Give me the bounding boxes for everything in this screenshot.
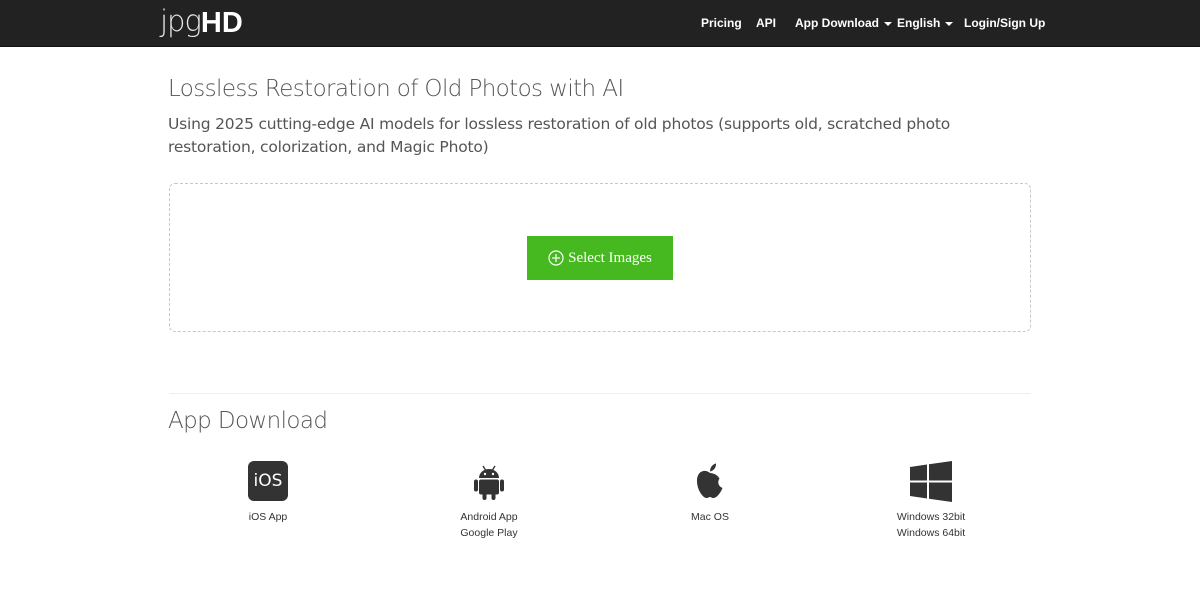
image-drop-zone[interactable]: Select Images bbox=[169, 183, 1031, 332]
section-divider bbox=[169, 393, 1031, 394]
nav-language-label: English bbox=[897, 16, 941, 30]
logo-bold-text: HD bbox=[200, 7, 243, 39]
app-windows[interactable]: Windows 32bit Windows 64bit bbox=[871, 460, 991, 541]
app-ios-label: iOS App bbox=[248, 511, 288, 523]
nav-api[interactable]: API bbox=[756, 0, 776, 47]
ios-icon: iOS bbox=[248, 461, 288, 501]
nav-app-download[interactable]: App Download bbox=[795, 0, 892, 47]
top-navbar: jpgHD Pricing API App Download English L… bbox=[0, 0, 1200, 47]
app-ios[interactable]: iOS iOS App bbox=[208, 460, 328, 525]
app-macos-label: Mac OS bbox=[691, 511, 729, 523]
jpghd-logo[interactable]: jpgHD bbox=[160, 4, 243, 42]
nav-language[interactable]: English bbox=[897, 0, 954, 47]
app-windows-64-label: Windows 64bit bbox=[896, 527, 966, 539]
app-macos[interactable]: Mac OS bbox=[650, 460, 770, 525]
app-android-label: Android App bbox=[460, 511, 518, 523]
caret-down-icon bbox=[884, 21, 892, 26]
windows-icon bbox=[910, 461, 952, 502]
app-android[interactable]: Android App Google Play bbox=[429, 460, 549, 541]
logo-light-text: jpg bbox=[160, 4, 202, 38]
page-title: Lossless Restoration of Old Photos with … bbox=[168, 76, 624, 102]
plus-circle-icon bbox=[548, 250, 564, 266]
nav-app-download-label: App Download bbox=[795, 16, 879, 30]
caret-down-icon bbox=[945, 21, 954, 26]
android-icon bbox=[474, 465, 504, 500]
apple-icon bbox=[697, 463, 723, 498]
select-images-button[interactable]: Select Images bbox=[527, 236, 673, 280]
select-images-label: Select Images bbox=[568, 249, 652, 266]
page-description: Using 2025 cutting-edge AI models for lo… bbox=[168, 115, 951, 156]
nav-login-signup[interactable]: Login/Sign Up bbox=[964, 0, 1045, 47]
app-download-title: App Download bbox=[168, 408, 328, 434]
nav-pricing[interactable]: Pricing bbox=[701, 0, 742, 47]
app-android-store-label: Google Play bbox=[460, 527, 518, 539]
app-windows-32-label: Windows 32bit bbox=[896, 511, 966, 523]
